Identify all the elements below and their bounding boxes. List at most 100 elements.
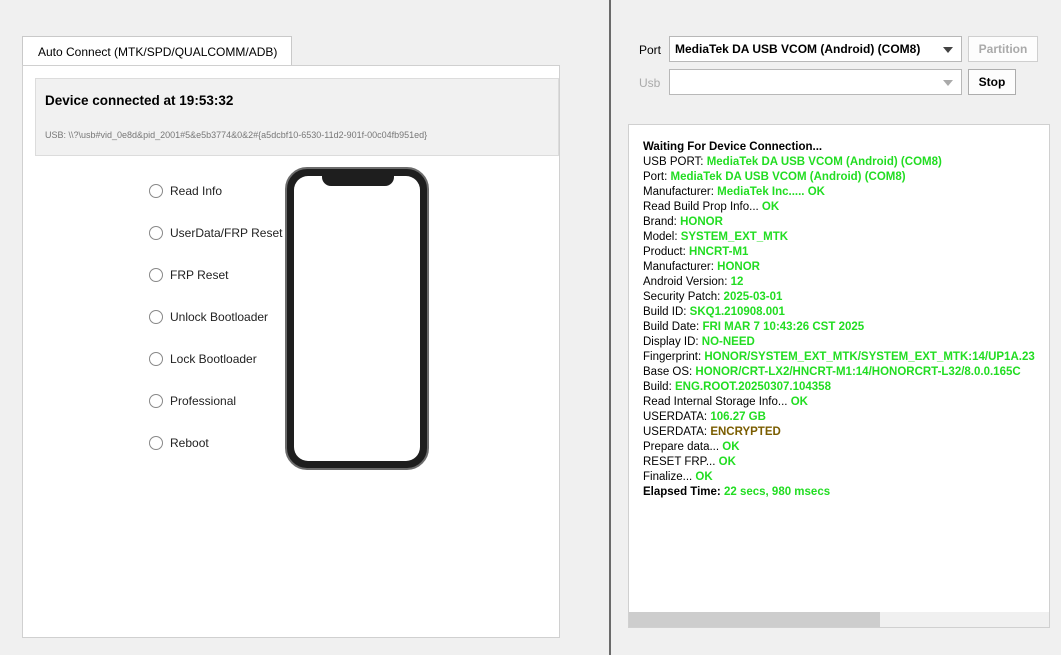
log-line: Manufacturer: MediaTek Inc..... OK	[643, 185, 1047, 200]
log-line: USERDATA: 106.27 GB	[643, 410, 1047, 425]
radio-userdata-frp-reset[interactable]: UserData/FRP Reset	[149, 224, 282, 242]
stop-button[interactable]: Stop	[968, 69, 1016, 95]
radio-label: Read Info	[170, 184, 223, 198]
log-value: OK	[718, 456, 736, 468]
radio-label: Reboot	[170, 436, 209, 450]
log-value: HNCRT-M1	[689, 246, 749, 258]
radio-circle[interactable]	[149, 184, 163, 198]
radio-circle[interactable]	[149, 226, 163, 240]
usb-path-text: USB: \\?\usb#vid_0e8d&pid_2001#5&e5b3774…	[45, 130, 428, 140]
chevron-down-icon[interactable]	[943, 47, 953, 53]
log-value: 22 secs, 980 msecs	[723, 486, 831, 498]
log-key: Build Date:	[643, 321, 703, 333]
log-line: Product: HNCRT-M1	[643, 245, 1047, 260]
phone-screen	[294, 176, 420, 461]
log-line: Build Date: FRI MAR 7 10:43:26 CST 2025	[643, 320, 1047, 335]
radio-read-info[interactable]: Read Info	[149, 182, 222, 200]
log-key: RESET FRP...	[643, 456, 719, 468]
log-output: Waiting For Device Connection... USB PORT…	[628, 124, 1050, 628]
log-value: HONOR	[717, 261, 760, 273]
log-value: SYSTEM_EXT_MTK	[680, 231, 789, 243]
horizontal-scrollbar[interactable]	[629, 612, 1049, 627]
log-line: Finalize... OK	[643, 470, 1047, 485]
log-key: Manufacturer:	[643, 186, 718, 198]
radio-professional[interactable]: Professional	[149, 392, 236, 410]
log-line: Display ID: NO-NEED	[643, 335, 1047, 350]
log-value: SKQ1.210908.001	[689, 306, 785, 318]
log-key: Android Version:	[643, 276, 731, 288]
log-key: Read Internal Storage Info...	[643, 396, 791, 408]
log-key: Product:	[643, 246, 690, 258]
radio-label: Unlock Bootloader	[170, 310, 269, 324]
log-value: FRI MAR 7 10:43:26 CST 2025	[702, 321, 865, 333]
log-line: USERDATA: ENCRYPTED	[643, 425, 1047, 440]
port-label: Port	[639, 43, 662, 57]
log-line: Waiting For Device Connection...	[643, 140, 1047, 155]
log-line: Brand: HONOR	[643, 215, 1047, 230]
log-line: Build: ENG.ROOT.20250307.104358	[643, 380, 1047, 395]
radio-frp-reset[interactable]: FRP Reset	[149, 266, 228, 284]
log-value: OK	[761, 201, 780, 213]
radio-label: FRP Reset	[170, 268, 229, 282]
radio-unlock-bootloader[interactable]: Unlock Bootloader	[149, 308, 268, 326]
log-line: Prepare data... OK	[643, 440, 1047, 455]
scrollbar-thumb[interactable]	[629, 612, 880, 627]
log-key: Waiting For Device Connection...	[643, 141, 823, 153]
log-key: Read Build Prop Info...	[643, 201, 762, 213]
radio-circle[interactable]	[149, 394, 163, 408]
radio-lock-bootloader[interactable]: Lock Bootloader	[149, 350, 257, 368]
log-key: Port:	[643, 171, 671, 183]
device-status-title: Device connected at 19:53:32	[45, 93, 234, 108]
log-line: Read Internal Storage Info... OK	[643, 395, 1047, 410]
log-key: Finalize...	[643, 471, 696, 483]
log-key: USERDATA:	[643, 411, 711, 423]
radio-reboot[interactable]: Reboot	[149, 434, 209, 452]
radio-label: Lock Bootloader	[170, 352, 257, 366]
radio-label: UserData/FRP Reset	[170, 226, 283, 240]
radio-circle[interactable]	[149, 310, 163, 324]
panel-divider	[609, 0, 611, 655]
log-key: Elapsed Time:	[643, 486, 724, 498]
log-key: Base OS:	[643, 366, 696, 378]
log-key: USB PORT:	[643, 156, 707, 168]
radio-circle[interactable]	[149, 268, 163, 282]
usb-select[interactable]	[669, 69, 962, 95]
log-line: Elapsed Time: 22 secs, 980 msecs	[643, 485, 1047, 500]
radio-circle[interactable]	[149, 436, 163, 450]
log-key: Security Patch:	[643, 291, 724, 303]
radio-circle[interactable]	[149, 352, 163, 366]
log-value: OK	[722, 441, 740, 453]
log-key: Build:	[643, 381, 675, 393]
log-line: Model: SYSTEM_EXT_MTK	[643, 230, 1047, 245]
log-value: NO-NEED	[701, 336, 755, 348]
phone-notch	[322, 173, 394, 186]
log-key: Manufacturer:	[643, 261, 718, 273]
log-line: Fingerprint: HONOR/SYSTEM_EXT_MTK/SYSTEM…	[643, 350, 1047, 365]
log-value: 106.27 GB	[710, 411, 766, 423]
log-value: HONOR/CRT-LX2/HNCRT-M1:14/HONORCRT-L32/8…	[695, 366, 1021, 378]
phone-illustration	[285, 167, 429, 470]
log-line: Port: MediaTek DA USB VCOM (Android) (CO…	[643, 170, 1047, 185]
log-line: Base OS: HONOR/CRT-LX2/HNCRT-M1:14/HONOR…	[643, 365, 1047, 380]
partition-button[interactable]: Partition	[968, 36, 1038, 62]
log-line: Build ID: SKQ1.210908.001	[643, 305, 1047, 320]
log-value: 12	[730, 276, 744, 288]
port-select[interactable]: MediaTek DA USB VCOM (Android) (COM8)	[669, 36, 962, 62]
log-value: HONOR	[680, 216, 723, 228]
log-line: Manufacturer: HONOR	[643, 260, 1047, 275]
log-value: MediaTek DA USB VCOM (Android) (COM8)	[670, 171, 906, 183]
device-status-box: Device connected at 19:53:32 USB: \\?\us…	[35, 78, 559, 156]
log-key: USERDATA:	[643, 426, 711, 438]
log-value: OK	[695, 471, 713, 483]
chevron-down-icon[interactable]	[943, 80, 953, 86]
log-value: ENG.ROOT.20250307.104358	[674, 381, 831, 393]
log-value: OK	[790, 396, 808, 408]
log-line: Security Patch: 2025-03-01	[643, 290, 1047, 305]
log-line: Android Version: 12	[643, 275, 1047, 290]
port-select-value: MediaTek DA USB VCOM (Android) (COM8)	[675, 42, 921, 56]
log-key: Build ID:	[643, 306, 690, 318]
tab-auto-connect[interactable]: Auto Connect (MTK/SPD/QUALCOMM/ADB)	[22, 36, 292, 66]
usb-label: Usb	[639, 76, 661, 90]
log-value: HONOR/SYSTEM_EXT_MTK/SYSTEM_EXT_MTK:14/U…	[704, 351, 1035, 363]
log-value: 2025-03-01	[723, 291, 783, 303]
